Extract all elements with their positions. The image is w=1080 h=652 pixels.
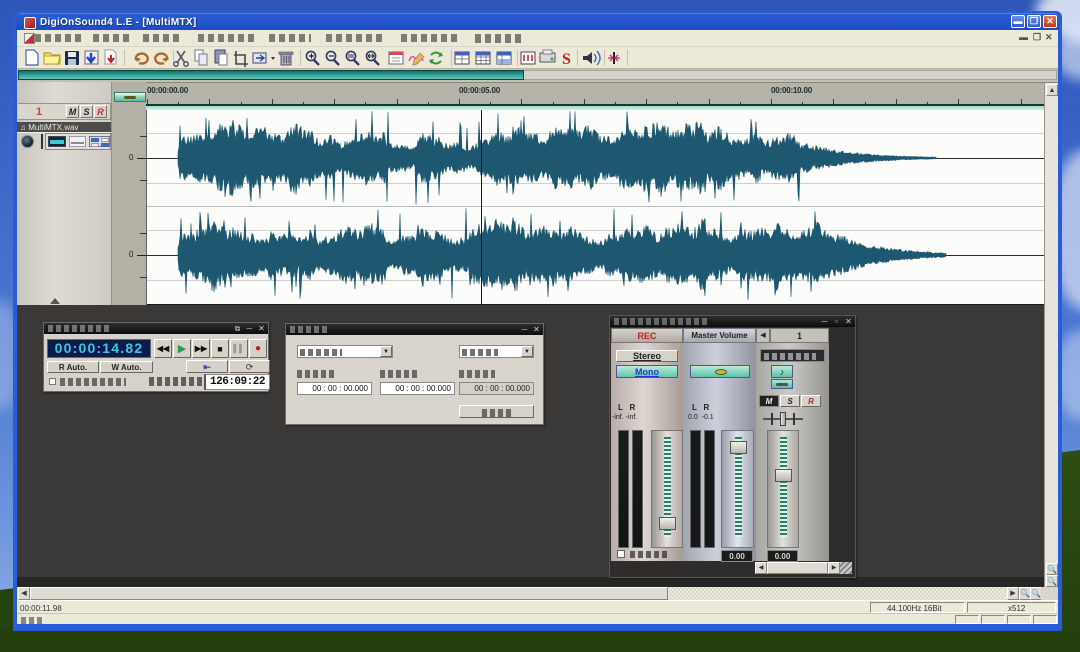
svg-text:S: S [562,51,571,68]
